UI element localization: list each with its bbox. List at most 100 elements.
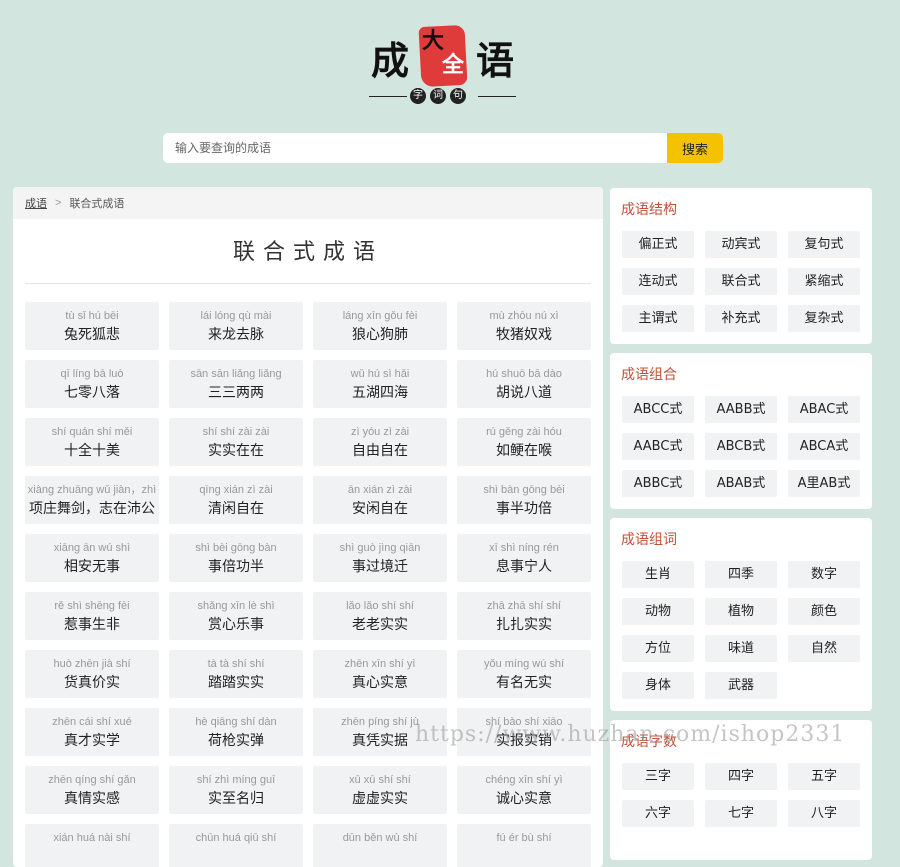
idiom-text: 实报实销: [496, 733, 552, 749]
idiom-card[interactable]: qīng xián zì zài 清闲自在: [169, 476, 303, 524]
idiom-card[interactable]: zì yóu zì zài 自由自在: [313, 418, 447, 466]
sidebar-tag[interactable]: 武器: [705, 672, 777, 699]
sidebar-tag[interactable]: AABB式: [705, 396, 777, 423]
idiom-pinyin: sān sān liǎng liǎng: [190, 368, 282, 380]
idiom-text: 牧猪奴戏: [496, 327, 552, 343]
idiom-card[interactable]: wǔ hú sì hǎi 五湖四海: [313, 360, 447, 408]
sidebar-tag[interactable]: 味道: [705, 635, 777, 662]
sidebar-tag[interactable]: 偏正式: [622, 231, 694, 258]
breadcrumb-home-link[interactable]: 成语: [25, 195, 47, 211]
sidebar-tag[interactable]: ABCB式: [705, 433, 777, 460]
idiom-card[interactable]: rú gěng zài hóu 如鲠在喉: [457, 418, 591, 466]
title-divider: [25, 283, 591, 284]
idiom-card[interactable]: hú shuō bā dào 胡说八道: [457, 360, 591, 408]
sidebar-tag[interactable]: ABAC式: [788, 396, 860, 423]
sidebar-tag[interactable]: 复句式: [788, 231, 860, 258]
sidebar-tag[interactable]: 主谓式: [622, 305, 694, 332]
sidebar-tag[interactable]: 六字: [622, 800, 694, 827]
sidebar-tag[interactable]: 四季: [705, 561, 777, 588]
idiom-card[interactable]: shì guò jìng qiān 事过境迁: [313, 534, 447, 582]
sidebar-tag[interactable]: AABC式: [622, 433, 694, 460]
sidebar-tag[interactable]: ABAB式: [705, 470, 777, 497]
sidebar-tag[interactable]: 补充式: [705, 305, 777, 332]
sidebar-tag[interactable]: ABCC式: [622, 396, 694, 423]
idiom-card[interactable]: lái lóng qù mài 来龙去脉: [169, 302, 303, 350]
idiom-card[interactable]: shǎng xīn lè shì 赏心乐事: [169, 592, 303, 640]
sidebar-tag[interactable]: 七字: [705, 800, 777, 827]
sidebar-tag[interactable]: 方位: [622, 635, 694, 662]
sidebar-tag[interactable]: 数字: [788, 561, 860, 588]
sidebar-tag[interactable]: 八字: [788, 800, 860, 827]
search-button[interactable]: 搜索: [667, 133, 723, 163]
sidebar-tag[interactable]: 颜色: [788, 598, 860, 625]
sidebar-tag[interactable]: 联合式: [705, 268, 777, 295]
idiom-card[interactable]: zhā zhā shí shí 扎扎实实: [457, 592, 591, 640]
idiom-card[interactable]: zhēn cái shí xué 真才实学: [25, 708, 159, 756]
idiom-card[interactable]: yǒu míng wú shí 有名无实: [457, 650, 591, 698]
idiom-card[interactable]: chūn huá qiū shí: [169, 824, 303, 867]
sidebar-tag[interactable]: ABCA式: [788, 433, 860, 460]
sidebar-tag[interactable]: 五字: [788, 763, 860, 790]
logo-divider-right: [478, 96, 516, 97]
idiom-card[interactable]: shí shí zài zài 实实在在: [169, 418, 303, 466]
idiom-card[interactable]: fú ér bù shí: [457, 824, 591, 867]
site-logo[interactable]: 成 大 全 语 字 词 句: [0, 0, 900, 120]
idiom-card[interactable]: zhēn píng shí jù 真凭实据: [313, 708, 447, 756]
idiom-card[interactable]: shì bàn gōng bèi 事半功倍: [457, 476, 591, 524]
sidebar-tag[interactable]: ABBC式: [622, 470, 694, 497]
idiom-card[interactable]: ān xián zì zài 安闲自在: [313, 476, 447, 524]
idiom-card[interactable]: zhēn qíng shí gǎn 真情实感: [25, 766, 159, 814]
sidebar-tag[interactable]: 植物: [705, 598, 777, 625]
idiom-card[interactable]: xián huá nài shí: [25, 824, 159, 867]
idiom-card[interactable]: qī líng bā luò 七零八落: [25, 360, 159, 408]
idiom-card[interactable]: hè qiāng shí dàn 荷枪实弹: [169, 708, 303, 756]
idiom-card[interactable]: tà tà shí shí 踏踏实实: [169, 650, 303, 698]
search-input[interactable]: [163, 133, 667, 163]
idiom-pinyin: ān xián zì zài: [347, 484, 413, 496]
idiom-card[interactable]: shí bào shí xiāo 实报实销: [457, 708, 591, 756]
idiom-card[interactable]: láng xīn gǒu fèi 狼心狗肺: [313, 302, 447, 350]
idiom-grid: tù sǐ hú bēi 兔死狐悲 lái lóng qù mài 来龙去脉 láng …: [25, 302, 591, 867]
idiom-card[interactable]: shí zhì míng guī 实至名归: [169, 766, 303, 814]
idiom-card[interactable]: tù sǐ hú bēi 兔死狐悲: [25, 302, 159, 350]
idiom-pinyin: zhā zhā shí shí: [487, 600, 561, 612]
sidebar-tag[interactable]: 四字: [705, 763, 777, 790]
idiom-card[interactable]: sān sān liǎng liǎng 三三两两: [169, 360, 303, 408]
sidebar-tag[interactable]: 生肖: [622, 561, 694, 588]
idiom-card[interactable]: rě shì shēng fēi 惹事生非: [25, 592, 159, 640]
sidebar-tag[interactable]: 三字: [622, 763, 694, 790]
idiom-card[interactable]: dūn běn wù shí: [313, 824, 447, 867]
sidebar-tag[interactable]: 连动式: [622, 268, 694, 295]
sidebar-tag[interactable]: 身体: [622, 672, 694, 699]
logo-subtitle: 字 词 句: [410, 88, 466, 104]
idiom-card[interactable]: xī shì níng rén 息事宁人: [457, 534, 591, 582]
sidebar-tag[interactable]: 自然: [788, 635, 860, 662]
sidebar-tag[interactable]: 动宾式: [705, 231, 777, 258]
idiom-text: 有名无实: [496, 675, 552, 691]
idiom-text: [25, 848, 159, 866]
idiom-pinyin: qī líng bā luò: [60, 368, 124, 380]
idiom-text: 三三两两: [208, 385, 264, 401]
idiom-card[interactable]: huò zhēn jià shí 货真价实: [25, 650, 159, 698]
idiom-card[interactable]: shí quán shí měi 十全十美: [25, 418, 159, 466]
idiom-card[interactable]: mù zhōu nú xì 牧猪奴戏: [457, 302, 591, 350]
sidebar-tag[interactable]: A里AB式: [788, 470, 860, 497]
idiom-card[interactable]: lǎo lǎo shí shí 老老实实: [313, 592, 447, 640]
idiom-card[interactable]: xiàng zhuāng wǔ jiàn，zhì 项庄舞剑，志在沛公: [25, 476, 159, 524]
logo-seal-char-top: 大: [422, 28, 445, 54]
logo-char-left: 成: [371, 38, 410, 83]
idiom-pinyin: shì bèi gōng bàn: [195, 542, 277, 554]
idiom-card[interactable]: shì bèi gōng bàn 事倍功半: [169, 534, 303, 582]
sidebar-structure-title: 成语结构: [621, 202, 677, 218]
idiom-text: 安闲自在: [352, 501, 408, 517]
sidebar-tag[interactable]: 复杂式: [788, 305, 860, 332]
sidebar-tag[interactable]: 动物: [622, 598, 694, 625]
idiom-text: 息事宁人: [496, 559, 552, 575]
sidebar-tag[interactable]: 紧缩式: [788, 268, 860, 295]
idiom-card[interactable]: zhēn xīn shí yì 真心实意: [313, 650, 447, 698]
idiom-text: 赏心乐事: [208, 617, 264, 633]
idiom-card[interactable]: xiāng ān wú shì 相安无事: [25, 534, 159, 582]
idiom-card[interactable]: xū xū shí shí 虚虚实实: [313, 766, 447, 814]
sidebar-words-tags: 生肖 四季 数字动物 植物 颜色方位 味道 自然身体 武器: [610, 549, 872, 699]
idiom-card[interactable]: chéng xīn shí yì 诚心实意: [457, 766, 591, 814]
